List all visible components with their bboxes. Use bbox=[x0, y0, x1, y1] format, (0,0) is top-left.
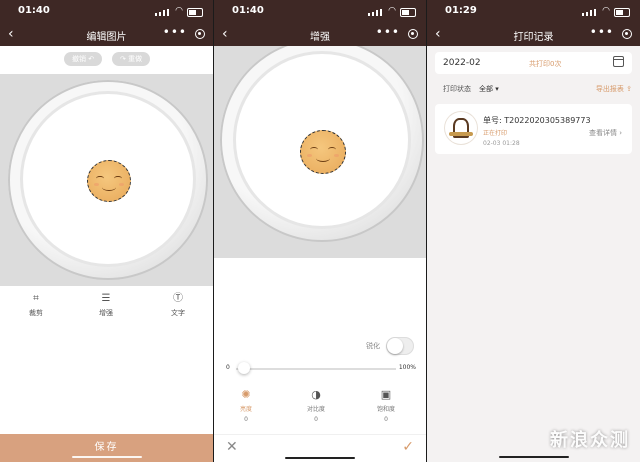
slider-max-label: 100% bbox=[398, 364, 416, 371]
cancel-icon[interactable]: ✕ bbox=[226, 439, 238, 455]
wifi-icon: ◠ bbox=[602, 6, 610, 16]
print-total: 共打印0次 bbox=[529, 60, 562, 68]
slider-handle[interactable] bbox=[238, 362, 250, 374]
signal-icon bbox=[582, 9, 596, 16]
home-indicator bbox=[71, 456, 142, 458]
smiley-sticker[interactable] bbox=[87, 160, 131, 202]
history-controls: 撤销 ↶ ↷ 重做 bbox=[0, 52, 213, 68]
close-miniapp-icon[interactable] bbox=[408, 29, 418, 39]
record-thumbnail bbox=[445, 112, 477, 144]
status-bar: 01:29 ◠ bbox=[427, 0, 640, 24]
saturation-icon: ▣ bbox=[380, 388, 392, 401]
status-bar: 01:40 ◠ bbox=[214, 0, 426, 24]
more-dots-icon[interactable]: ••• bbox=[590, 25, 614, 39]
battery-icon bbox=[614, 8, 630, 17]
close-miniapp-icon[interactable] bbox=[622, 29, 632, 39]
calendar-icon[interactable] bbox=[613, 56, 624, 67]
nav-bar: ‹ 编辑图片 ••• bbox=[0, 24, 213, 46]
signal-icon bbox=[155, 9, 169, 16]
order-number: 单号: T2022020305389773 bbox=[483, 116, 591, 125]
crop-tool[interactable]: ⌗ 裁剪 bbox=[16, 292, 56, 318]
redo-button[interactable]: ↷ 重做 bbox=[112, 52, 151, 66]
close-miniapp-icon[interactable] bbox=[195, 29, 205, 39]
sharpen-label: 锐化 bbox=[366, 342, 380, 350]
record-date: 02-03 01:28 bbox=[483, 140, 520, 147]
smiley-sticker[interactable] bbox=[300, 130, 346, 174]
photo-canvas[interactable] bbox=[0, 74, 213, 286]
print-records-screen: 01:29 ◠ ‹ 打印记录 ••• 2022-02 共打印0次 打印状态 全部… bbox=[427, 0, 640, 462]
record-card[interactable]: 单号: T2022020305389773 正在打印 02-03 01:28 查… bbox=[435, 104, 632, 154]
undo-button[interactable]: 撤销 ↶ bbox=[64, 52, 103, 66]
nav-bar: ‹ 打印记录 ••• bbox=[427, 24, 640, 46]
status-filter-label: 打印状态 bbox=[443, 85, 471, 93]
status-time: 01:40 bbox=[18, 5, 50, 16]
more-dots-icon[interactable]: ••• bbox=[376, 25, 400, 39]
photo-canvas[interactable] bbox=[214, 46, 426, 258]
status-bar: 01:40 ◠ bbox=[0, 0, 213, 24]
battery-icon bbox=[400, 8, 416, 17]
text-icon: Ⓣ bbox=[173, 293, 183, 304]
enhance-screen: 01:40 ◠ ‹ 增强 ••• 锐化 0 100% ✺ 亮度 0 ◑ 对比度 … bbox=[214, 0, 426, 462]
slider-track[interactable] bbox=[236, 368, 396, 370]
slider-min-label: 0 bbox=[226, 364, 230, 371]
wifi-icon: ◠ bbox=[175, 6, 183, 16]
saturation-option[interactable]: ▣ 饱和度 0 bbox=[366, 388, 406, 423]
contrast-option[interactable]: ◑ 对比度 0 bbox=[296, 388, 336, 423]
watermark: 新浪众测 bbox=[550, 430, 630, 451]
month-picker[interactable]: 2022-02 bbox=[443, 58, 481, 68]
confirm-check-icon[interactable]: ✓ bbox=[402, 439, 414, 455]
more-dots-icon[interactable]: ••• bbox=[163, 25, 187, 39]
adjust-sliders-icon: ☰ bbox=[101, 293, 111, 304]
brightness-icon: ✺ bbox=[241, 388, 251, 401]
wifi-icon: ◠ bbox=[388, 6, 396, 16]
home-indicator bbox=[498, 456, 569, 458]
status-filter-row: 打印状态 全部 ▾ 导出报表 ⇪ bbox=[443, 84, 632, 96]
signal-icon bbox=[368, 9, 382, 16]
battery-icon bbox=[187, 8, 203, 17]
edit-picture-screen: 01:40 ◠ ‹ 编辑图片 ••• 撤销 ↶ ↷ 重做 ⌗ 裁剪 ☰ 增强 Ⓣ bbox=[0, 0, 213, 462]
export-report-link[interactable]: 导出报表 ⇪ bbox=[596, 84, 632, 94]
enhance-slider: 0 100% bbox=[224, 362, 416, 376]
view-details-link[interactable]: 查看详情 › bbox=[589, 128, 622, 138]
month-filter: 2022-02 共打印0次 bbox=[435, 52, 632, 74]
enhance-tool[interactable]: ☰ 增强 bbox=[86, 292, 126, 318]
share-icon: ⇪ bbox=[626, 85, 632, 93]
home-indicator bbox=[285, 457, 355, 459]
confirm-bar: ✕ ✓ bbox=[214, 434, 426, 462]
crop-icon: ⌗ bbox=[33, 293, 39, 304]
status-filter-select[interactable]: 全部 ▾ bbox=[479, 84, 499, 94]
text-tool[interactable]: Ⓣ 文字 bbox=[158, 292, 198, 318]
nav-bar: ‹ 增强 ••• bbox=[214, 24, 426, 46]
print-status: 正在打印 bbox=[483, 130, 508, 137]
edit-toolbar: ⌗ 裁剪 ☰ 增强 Ⓣ 文字 bbox=[0, 292, 213, 322]
contrast-icon: ◑ bbox=[311, 388, 321, 401]
brightness-option[interactable]: ✺ 亮度 0 bbox=[226, 388, 266, 423]
sharpen-toggle[interactable] bbox=[386, 337, 414, 355]
status-time: 01:40 bbox=[232, 5, 264, 16]
caret-down-icon: ▾ bbox=[495, 85, 499, 93]
status-time: 01:29 bbox=[445, 5, 477, 16]
